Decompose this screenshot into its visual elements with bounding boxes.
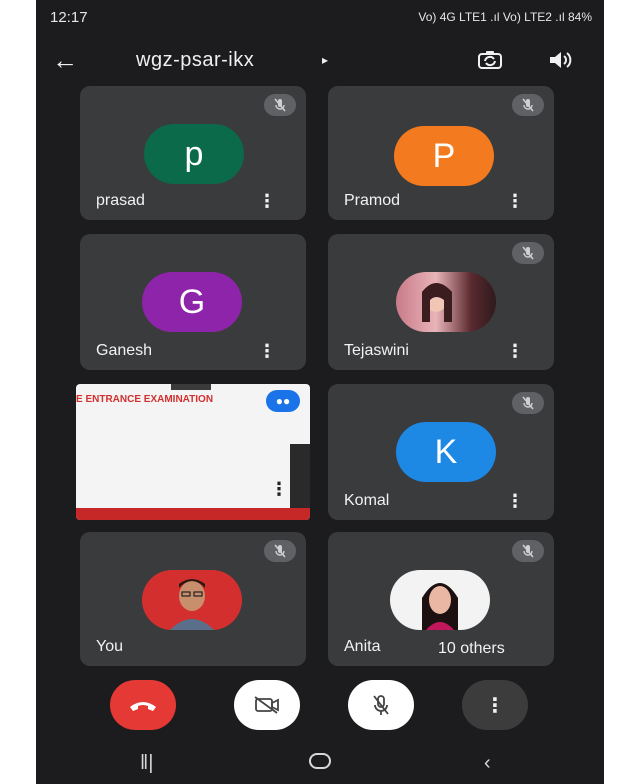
camera-toggle-button[interactable]	[234, 680, 300, 730]
participant-tile[interactable]: Anita 10 others	[328, 532, 554, 666]
status-time: 12:17	[50, 9, 88, 26]
more-vert-icon[interactable]: ⋮	[258, 192, 276, 210]
participant-name: You	[96, 638, 123, 655]
more-vert-icon[interactable]: ⋮	[506, 492, 524, 510]
mic-off-icon	[264, 540, 296, 562]
home-icon[interactable]	[308, 752, 332, 776]
phone-hangup-icon	[130, 702, 156, 711]
participant-photo	[390, 570, 490, 630]
more-vert-icon[interactable]: ⋮	[506, 192, 524, 210]
avatar: P	[394, 126, 494, 186]
arrow-left-icon[interactable]: ←	[52, 46, 78, 74]
more-options-button[interactable]: ⋮	[462, 680, 528, 730]
phone-screen: 12:17 Vo) 4G LTE1 .ıl Vo) LTE2 .ıl 84% ←…	[36, 0, 604, 784]
participant-name: Pramod	[344, 192, 401, 209]
speaker-icon[interactable]	[546, 46, 574, 74]
more-vert-icon: ⋮	[485, 694, 505, 717]
more-vert-icon[interactable]: ⋮	[270, 479, 288, 500]
presentation-tile[interactable]: E ENTRANCE EXAMINATION ●● ⋮	[76, 384, 310, 520]
mic-off-icon	[373, 695, 389, 715]
participant-tile[interactable]: P Pramod ⋮	[328, 86, 554, 220]
participant-photo	[142, 570, 242, 630]
caret-right-icon[interactable]: ▸	[322, 53, 328, 67]
others-count[interactable]: 10 others	[438, 640, 505, 658]
meeting-header: ← wgz-psar-ikx ▸	[36, 38, 604, 86]
back-icon[interactable]: ‹	[484, 752, 491, 775]
more-vert-icon[interactable]: ⋮	[258, 342, 276, 360]
camera-switch-icon[interactable]	[476, 46, 504, 74]
mic-off-icon	[512, 94, 544, 116]
recents-icon[interactable]: ‖|	[140, 752, 153, 775]
end-call-button[interactable]	[110, 680, 176, 730]
avatar: p	[144, 124, 244, 184]
mic-off-icon	[512, 540, 544, 562]
avatar: K	[396, 422, 496, 482]
participant-name: prasad	[96, 192, 145, 209]
mic-off-icon	[264, 94, 296, 116]
participant-tile[interactable]: You	[80, 532, 306, 666]
participant-tile[interactable]: Tejaswini ⋮	[328, 234, 554, 370]
more-vert-icon[interactable]: ⋮	[506, 342, 524, 360]
participant-name: Komal	[344, 492, 390, 509]
slide-footer-strip	[76, 508, 310, 520]
participant-tile[interactable]: K Komal ⋮	[328, 384, 554, 520]
participant-name: Tejaswini	[344, 342, 409, 359]
status-system-info: Vo) 4G LTE1 .ıl Vo) LTE2 .ıl 84%	[418, 10, 592, 24]
participant-photo	[396, 272, 496, 332]
mic-toggle-button[interactable]	[348, 680, 414, 730]
camera-off-icon	[254, 696, 279, 714]
participant-name: Anita	[344, 638, 381, 655]
call-controls: ⋮	[36, 680, 604, 740]
mic-off-icon	[512, 242, 544, 264]
slide-header-strip	[171, 384, 211, 390]
participant-tile[interactable]: p prasad ⋮	[80, 86, 306, 220]
status-bar: 12:17 Vo) 4G LTE1 .ıl Vo) LTE2 .ıl 84%	[36, 0, 604, 36]
participant-name: Ganesh	[96, 342, 153, 359]
system-nav-bar: ‖| ‹	[36, 748, 604, 784]
presenting-icon: ●●	[266, 390, 300, 412]
meeting-code[interactable]: wgz-psar-ikx	[136, 49, 254, 72]
avatar: G	[142, 272, 242, 332]
participant-tile[interactable]: G Ganesh ⋮	[80, 234, 306, 370]
mic-off-icon	[512, 392, 544, 414]
presenter-video	[290, 444, 310, 508]
